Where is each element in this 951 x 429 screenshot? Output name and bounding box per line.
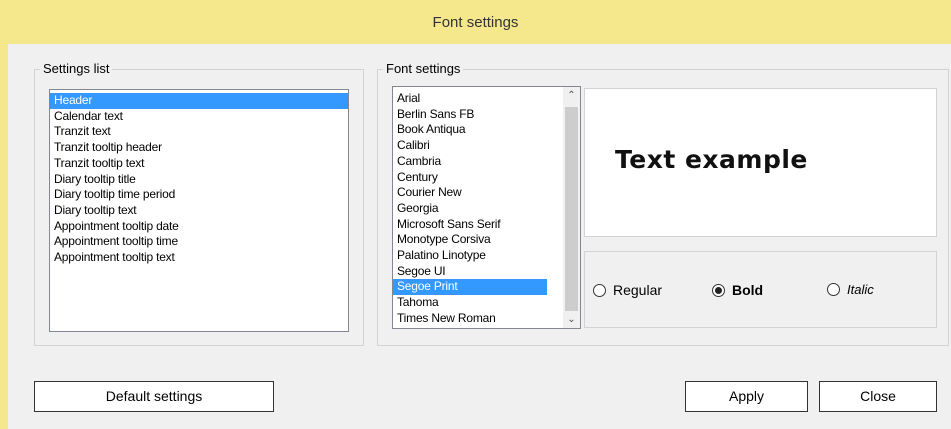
regular-label: Regular bbox=[613, 282, 663, 298]
font-list-item[interactable]: Times New Roman bbox=[393, 311, 547, 327]
font-settings-group: Font settings Arial Berlin Sans FB Book An… bbox=[377, 61, 949, 346]
font-list-item[interactable]: Monotype Corsiva bbox=[393, 232, 547, 248]
regular-radio[interactable]: Regular bbox=[593, 282, 662, 298]
font-list-item[interactable]: Segoe Print bbox=[393, 279, 547, 296]
font-settings-legend: Font settings bbox=[383, 61, 464, 77]
font-list-item[interactable]: Century bbox=[393, 170, 547, 186]
settings-list-item[interactable]: Diary tooltip time period bbox=[50, 187, 348, 203]
bold-radio[interactable]: Bold bbox=[712, 282, 763, 298]
settings-listbox[interactable]: Header Calendar text Tranzit text Tranzit t… bbox=[49, 89, 349, 332]
close-button[interactable]: Close bbox=[819, 381, 937, 412]
apply-button[interactable]: Apply bbox=[685, 381, 808, 412]
chevron-up-icon[interactable]: ⌃ bbox=[563, 87, 580, 104]
font-list-item[interactable]: Book Antiqua bbox=[393, 122, 547, 138]
font-list-item[interactable]: Arial bbox=[393, 91, 547, 107]
settings-list-item[interactable]: Calendar text bbox=[50, 109, 348, 125]
font-list-scrollbar[interactable]: ⌃ ⌄ bbox=[563, 87, 580, 328]
font-list-item[interactable]: Segoe UI bbox=[393, 264, 547, 280]
settings-list-item[interactable]: Tranzit text bbox=[50, 124, 348, 140]
scroll-thumb[interactable] bbox=[565, 107, 578, 311]
font-list-item[interactable]: Courier New bbox=[393, 185, 547, 201]
preview-text: Text example bbox=[615, 145, 808, 174]
font-list-item[interactable]: Microsoft Sans Serif bbox=[393, 217, 547, 233]
radio-button[interactable] bbox=[593, 283, 606, 297]
font-list-item[interactable]: Cambria bbox=[393, 154, 547, 170]
radio-button[interactable] bbox=[827, 283, 840, 296]
font-list-item[interactable]: Georgia bbox=[393, 201, 547, 217]
bold-label: Bold bbox=[732, 282, 764, 298]
settings-list-item[interactable]: Diary tooltip text bbox=[50, 203, 348, 219]
settings-list-item[interactable]: Appointment tooltip time bbox=[50, 234, 348, 250]
font-preview: Text example bbox=[584, 88, 937, 237]
settings-list-item[interactable]: Tranzit tooltip text bbox=[50, 156, 348, 172]
italic-label: Italic bbox=[847, 282, 874, 297]
font-list-items: Arial Berlin Sans FB Book Antiqua Calibri Ca… bbox=[393, 87, 580, 327]
default-settings-button[interactable]: Default settings bbox=[34, 381, 274, 412]
settings-list-item[interactable]: Header bbox=[50, 93, 348, 109]
font-list-item[interactable]: Berlin Sans FB bbox=[393, 107, 547, 123]
font-list-item[interactable]: Palatino Linotype bbox=[393, 248, 547, 264]
font-listbox[interactable]: Arial Berlin Sans FB Book Antiqua Calibri Ca… bbox=[392, 86, 581, 329]
settings-list-item[interactable]: Diary tooltip title bbox=[50, 172, 348, 188]
italic-radio[interactable]: Italic bbox=[827, 282, 874, 297]
settings-list-legend: Settings list bbox=[40, 61, 113, 77]
settings-list-item[interactable]: Tranzit tooltip header bbox=[50, 140, 348, 156]
font-list-item[interactable]: Calibri bbox=[393, 138, 547, 154]
settings-list-group: Settings list Header Calendar text Tranzit… bbox=[34, 61, 364, 346]
radio-button[interactable] bbox=[712, 283, 725, 297]
settings-list-item[interactable]: Appointment tooltip date bbox=[50, 219, 348, 235]
font-style-options: Regular Bold Italic bbox=[584, 251, 937, 328]
font-list-item[interactable]: Tahoma bbox=[393, 295, 547, 311]
window-title: Font settings bbox=[0, 0, 951, 44]
chevron-down-icon[interactable]: ⌄ bbox=[563, 311, 580, 328]
settings-list-item[interactable]: Appointment tooltip text bbox=[50, 250, 348, 266]
